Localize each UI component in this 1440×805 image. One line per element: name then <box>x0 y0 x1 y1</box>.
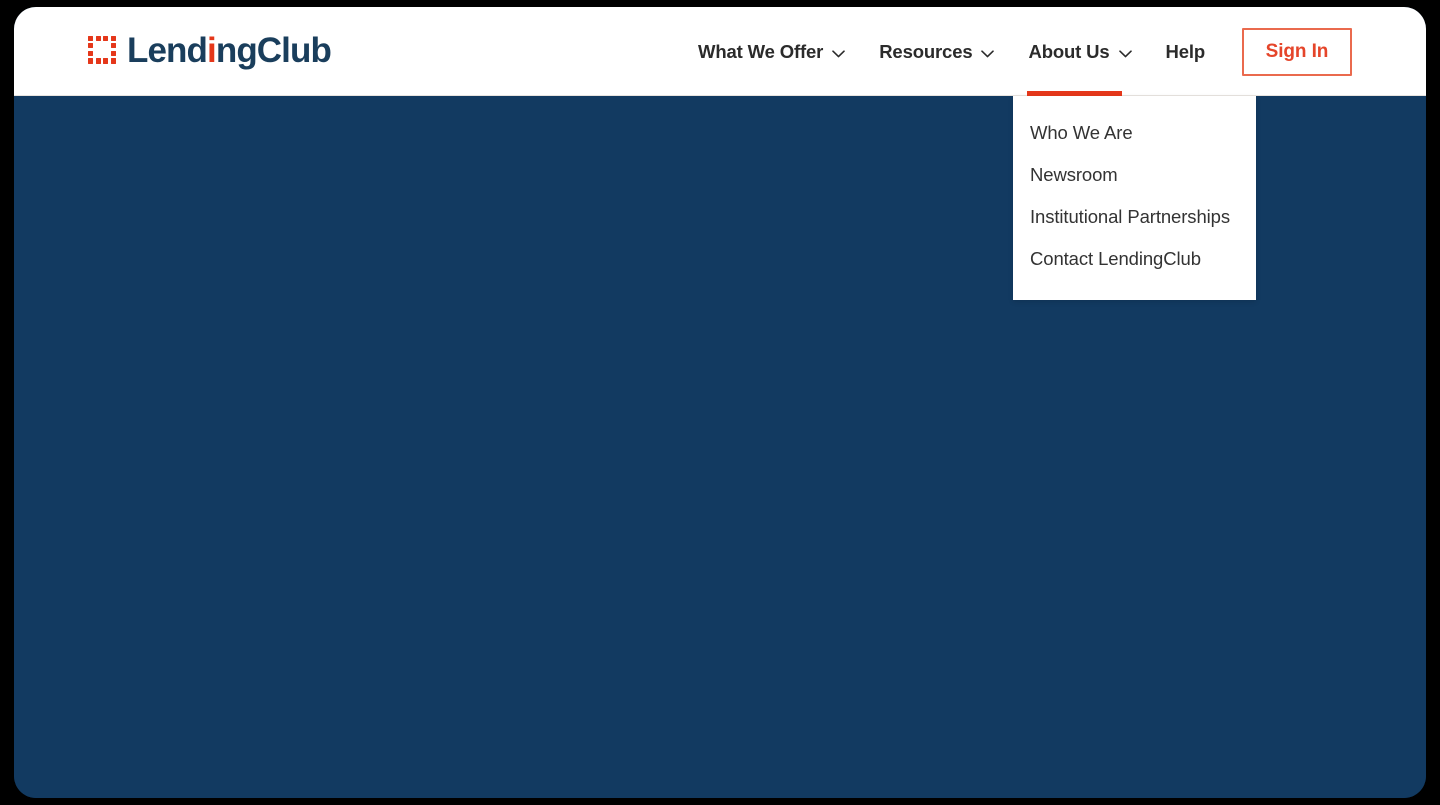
nav-item-label: Resources <box>879 41 972 63</box>
logo-home-link[interactable]: LendingClub <box>88 32 331 67</box>
dropdown-item-newsroom[interactable]: Newsroom <box>1013 154 1256 196</box>
main-navigation: What We Offer Resources About Us He <box>681 7 1352 96</box>
dropdown-item-who-we-are[interactable]: Who We Are <box>1013 112 1256 154</box>
chevron-down-icon <box>832 50 845 58</box>
dropdown-item-contact-lendingclub[interactable]: Contact LendingClub <box>1013 238 1256 280</box>
dropdown-item-institutional-partnerships[interactable]: Institutional Partnerships <box>1013 196 1256 238</box>
nav-item-about-us[interactable]: About Us <box>1011 7 1148 96</box>
site-header: LendingClub What We Offer Resources Abou… <box>14 7 1426 96</box>
logo-wordmark-i: i <box>207 31 216 70</box>
nav-item-what-we-offer[interactable]: What We Offer <box>681 7 862 96</box>
nav-item-resources[interactable]: Resources <box>862 7 1011 96</box>
nav-item-help[interactable]: Help <box>1149 7 1223 96</box>
logo-wordmark: LendingClub <box>127 33 331 68</box>
nav-item-label: Help <box>1166 41 1206 63</box>
about-us-dropdown-menu: Who We Are Newsroom Institutional Partne… <box>1013 96 1256 300</box>
chevron-down-icon <box>1119 50 1132 58</box>
chevron-down-icon <box>981 50 994 58</box>
lendingclub-grid-logo-icon <box>88 36 116 64</box>
logo-wordmark-part1: Lend <box>127 31 207 70</box>
nav-item-label: About Us <box>1028 41 1109 63</box>
sign-in-button[interactable]: Sign In <box>1242 28 1352 76</box>
nav-item-label: What We Offer <box>698 41 823 63</box>
logo-wordmark-part2: ngClub <box>216 31 331 70</box>
browser-window: LendingClub What We Offer Resources Abou… <box>14 7 1426 798</box>
